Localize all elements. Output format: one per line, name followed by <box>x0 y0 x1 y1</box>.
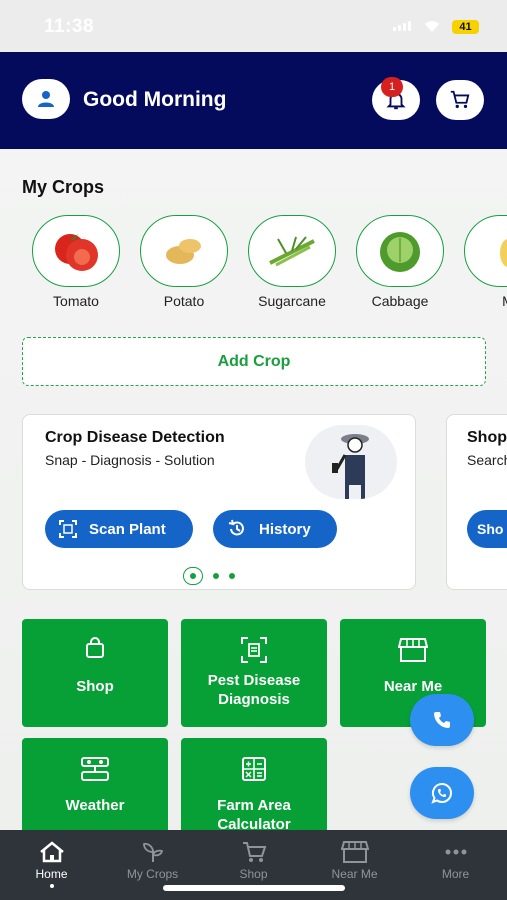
nav-label: My Crops <box>126 867 179 881</box>
farm-area-calculator-tile[interactable]: Farm Area Calculator <box>181 738 327 830</box>
scan-plant-label: Scan Plant <box>89 520 166 538</box>
weather-tile[interactable]: Weather <box>22 738 168 830</box>
page-dot[interactable] <box>229 573 235 579</box>
potato-icon <box>140 215 228 287</box>
weather-station-icon <box>81 757 109 781</box>
nav-label: Shop <box>239 867 268 881</box>
history-label: History <box>259 520 311 538</box>
cart-button[interactable] <box>436 80 484 120</box>
app-header: Good Morning 1 <box>0 52 507 149</box>
nav-home[interactable]: Home <box>1 840 102 888</box>
carousel-pagination[interactable] <box>183 567 235 585</box>
home-indicator <box>163 885 345 891</box>
nav-label: Near Me <box>331 867 378 881</box>
card-subtitle: Search <box>467 452 507 468</box>
pest-disease-tile[interactable]: Pest Disease Diagnosis <box>181 619 327 727</box>
shop-card-button[interactable]: Sho <box>467 510 507 548</box>
tile-label: Shop <box>76 678 114 695</box>
card-subtitle: Snap - Diagnosis - Solution <box>45 452 215 468</box>
tomato-icon <box>32 215 120 287</box>
tile-label: Pest Disease Diagnosis <box>207 672 301 708</box>
signal-icon <box>393 21 411 31</box>
cart-icon <box>242 842 266 862</box>
farmer-illustration <box>305 425 397 499</box>
crop-list[interactable]: Tomato Potato Sugarcane Cabbage M <box>31 215 507 315</box>
status-time: 11:38 <box>44 16 95 37</box>
scan-plant-button[interactable]: Scan Plant <box>45 510 193 548</box>
tile-label: Weather <box>65 797 125 814</box>
whatsapp-icon <box>431 782 452 804</box>
cart-icon <box>450 90 470 109</box>
crop-item-potato[interactable]: Potato <box>139 215 229 309</box>
user-icon <box>38 91 54 107</box>
more-icon <box>445 849 466 855</box>
nav-label: More <box>441 867 470 881</box>
crop-label: Tomato <box>53 293 99 309</box>
nav-shop[interactable]: Shop <box>203 840 304 881</box>
page-dot-active[interactable] <box>183 567 203 585</box>
history-button[interactable]: History <box>213 510 337 548</box>
status-bar: 11:38 41 <box>0 0 507 52</box>
add-crop-button[interactable]: Add Crop <box>22 337 486 386</box>
nav-my-crops[interactable]: My Crops <box>102 840 203 881</box>
nav-label: Home <box>35 867 68 881</box>
crop-label: Sugarcane <box>258 293 326 309</box>
history-icon <box>228 519 244 536</box>
crop-item-partial[interactable]: M <box>463 215 507 309</box>
phone-icon <box>434 712 450 728</box>
crop-item-tomato[interactable]: Tomato <box>31 215 121 309</box>
store-icon <box>340 841 369 863</box>
notification-badge: 1 <box>381 77 403 97</box>
home-icon <box>39 841 64 863</box>
greeting-text: Good Morning <box>83 88 227 111</box>
card-title: Crop Disease Detection <box>45 429 225 446</box>
battery-indicator: 41 <box>452 20 479 34</box>
disease-detection-card[interactable]: Crop Disease Detection Snap - Diagnosis … <box>22 414 416 590</box>
crop-icon <box>464 215 507 287</box>
sprout-icon <box>142 842 163 862</box>
crop-item-sugarcane[interactable]: Sugarcane <box>247 215 337 309</box>
sugarcane-icon <box>248 215 336 287</box>
crop-item-cabbage[interactable]: Cabbage <box>355 215 445 309</box>
shop-card[interactable]: Shop Search Sho <box>446 414 507 590</box>
active-indicator <box>49 884 54 888</box>
store-icon <box>398 638 428 662</box>
tile-label: Near Me <box>383 678 443 695</box>
nav-more[interactable]: More <box>405 840 506 881</box>
tile-label: Farm Area Calculator <box>217 797 291 830</box>
cabbage-icon <box>356 215 444 287</box>
whatsapp-button[interactable] <box>410 767 474 819</box>
shopping-bag-icon <box>86 637 104 658</box>
scan-icon <box>241 637 267 663</box>
crop-label: M <box>463 293 507 309</box>
profile-button[interactable] <box>22 79 70 119</box>
call-button[interactable] <box>410 694 474 746</box>
calculator-icon <box>242 757 266 781</box>
home-content[interactable]: My Crops Tomato Potato Sugarcane Cabbage <box>0 149 507 830</box>
bottom-nav: Home My Crops Shop Near Me More <box>0 830 507 900</box>
scan-icon <box>59 520 77 538</box>
page-dot[interactable] <box>213 573 219 579</box>
crop-label: Potato <box>163 293 205 309</box>
card-title: Shop <box>467 429 507 446</box>
shop-card-button-label: Sho <box>477 521 504 537</box>
nav-near-me[interactable]: Near Me <box>304 840 405 881</box>
wifi-icon <box>425 21 439 32</box>
shop-tile[interactable]: Shop <box>22 619 168 727</box>
my-crops-title: My Crops <box>22 177 105 197</box>
crop-label: Cabbage <box>371 293 429 309</box>
